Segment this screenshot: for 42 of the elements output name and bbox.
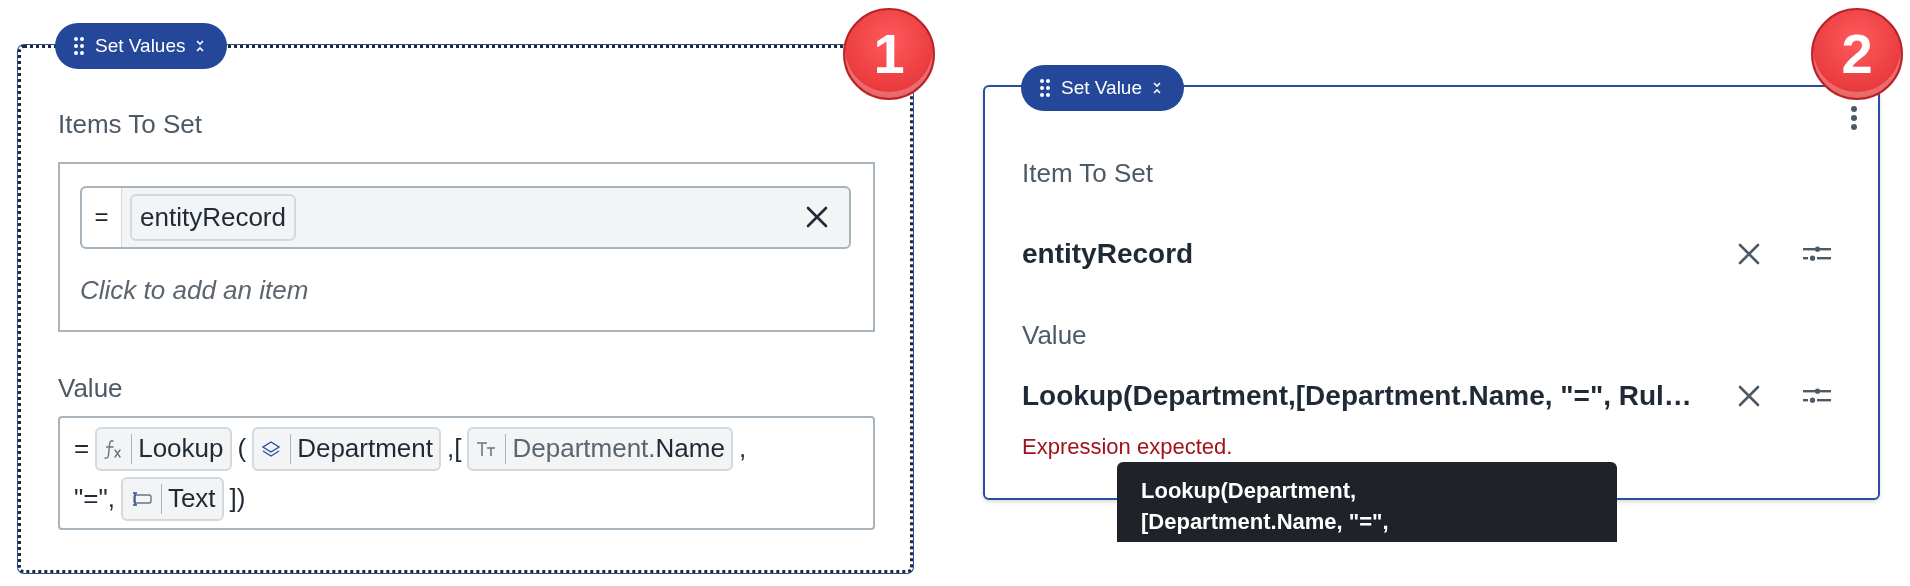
tooltip-text: Lookup(Department, <box>1141 477 1358 505</box>
close-icon <box>1737 383 1761 408</box>
expression-token: = <box>74 432 90 466</box>
token-chip[interactable]: Department <box>252 426 441 471</box>
expression-token: ]) <box>229 482 246 516</box>
tooltip-text: [Department.Name, "=", <box>1141 507 1390 536</box>
expression-value: Lookup(Department,[Department.Name, "=", Rul… <box>1022 378 1692 413</box>
drag-handle-icon <box>1039 78 1051 98</box>
text-type-icon <box>475 439 498 458</box>
drag-handle-icon <box>73 36 85 56</box>
expression-field[interactable]: = Lookup ( Department ,[ Department.Name , "=", Text ]) <box>58 415 875 530</box>
token-chip[interactable]: Text <box>120 476 224 521</box>
expression-token: , <box>738 432 747 466</box>
expression-token: ,[ <box>447 432 462 466</box>
token-chip[interactable]: Department.Name <box>467 426 733 471</box>
sliders-icon <box>1803 244 1831 263</box>
action-tab[interactable]: Set Values <box>55 23 228 69</box>
operator-toggle[interactable]: = <box>82 187 122 247</box>
field-label: Items To Set <box>58 108 204 141</box>
field-label: Value <box>58 371 124 405</box>
step-number-badge: 2 <box>1811 8 1903 100</box>
function-icon <box>103 437 124 460</box>
close-icon <box>805 205 829 230</box>
collapse-icon <box>1152 81 1162 95</box>
more-menu-button[interactable] <box>1850 105 1858 131</box>
expression-token: "=", <box>74 482 115 516</box>
field-label: Value <box>1022 318 1088 352</box>
collapse-icon <box>195 39 206 53</box>
sliders-icon <box>1803 386 1831 405</box>
error-message: Expression expected. <box>1022 432 1234 461</box>
field-label: Item To Set <box>1022 157 1155 190</box>
item-field[interactable]: = entityRecord <box>80 185 851 249</box>
add-item-link[interactable]: Click to add an item <box>80 270 851 310</box>
kebab-menu-icon <box>1850 105 1858 131</box>
step-number-badge: 1 <box>843 8 935 100</box>
action-tab[interactable]: Set Value <box>1021 65 1184 111</box>
close-icon <box>1737 241 1761 266</box>
layers-icon <box>260 438 283 459</box>
token-chip[interactable]: Lookup <box>95 426 232 471</box>
expression-token: ( <box>237 432 247 466</box>
item-chip[interactable]: entityRecord <box>130 193 296 241</box>
item-value: entityRecord <box>1022 236 1194 271</box>
